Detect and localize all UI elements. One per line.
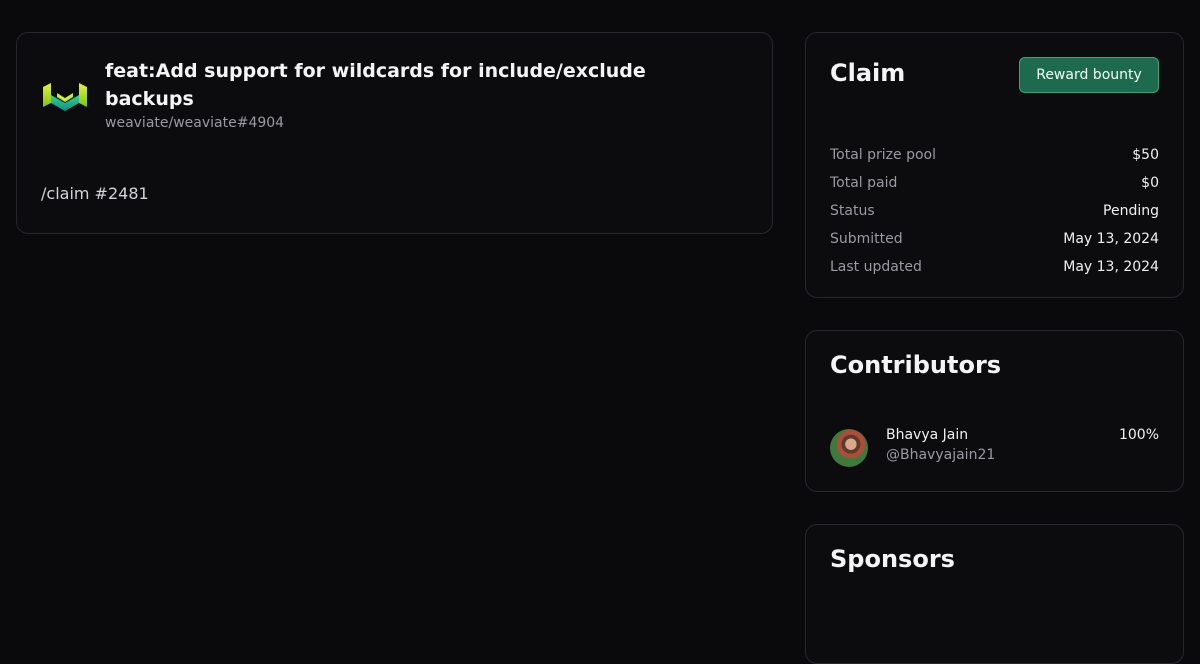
stat-row-status: Status Pending [830,197,1159,225]
stat-row-total-paid: Total paid $0 [830,169,1159,197]
status-value: Pending [1103,203,1159,219]
contributor-row[interactable]: Bhavya Jain @Bhavyajain21 100% [830,427,1159,467]
reward-bounty-button[interactable]: Reward bounty [1019,57,1159,93]
claim-stats: Total prize pool $50 Total paid $0 Statu… [830,141,1159,281]
issue-header: feat:Add support for wildcards for inclu… [41,57,705,131]
stat-value: $0 [1141,175,1159,191]
contributors-heading: Contributors [830,351,1002,379]
stat-label: Total paid [830,175,898,191]
issue-body-text: /claim #2481 [41,184,149,203]
avatar[interactable] [830,429,868,467]
stat-value: May 13, 2024 [1063,259,1159,275]
sponsors-heading: Sponsors [830,545,955,573]
contributor-share: 100% [1118,427,1159,443]
stat-label: Status [830,203,875,219]
stat-label: Last updated [830,259,922,275]
sponsors-card: Sponsors [805,524,1184,664]
issue-card: feat:Add support for wildcards for inclu… [16,32,773,234]
stat-row-total-prize-pool: Total prize pool $50 [830,141,1159,169]
stat-label: Total prize pool [830,147,936,163]
contributor-name[interactable]: Bhavya Jain [886,427,1119,443]
stat-value: May 13, 2024 [1063,231,1159,247]
stat-label: Submitted [830,231,903,247]
weaviate-logo-icon [43,83,87,111]
stat-row-submitted: Submitted May 13, 2024 [830,225,1159,253]
stat-value: $50 [1132,147,1159,163]
claim-card: Claim Reward bounty Total prize pool $50… [805,32,1184,298]
stat-row-last-updated: Last updated May 13, 2024 [830,253,1159,281]
issue-titles: feat:Add support for wildcards for inclu… [105,57,705,131]
contributor-handle[interactable]: @Bhavyajain21 [886,447,1119,463]
contributors-card: Contributors Bhavya Jain @Bhavyajain21 1… [805,330,1184,492]
issue-repo-ref[interactable]: weaviate/weaviate#4904 [105,115,705,131]
contributor-info: Bhavya Jain @Bhavyajain21 [886,427,1119,463]
issue-title[interactable]: feat:Add support for wildcards for inclu… [105,57,705,113]
claim-heading: Claim [830,59,906,87]
